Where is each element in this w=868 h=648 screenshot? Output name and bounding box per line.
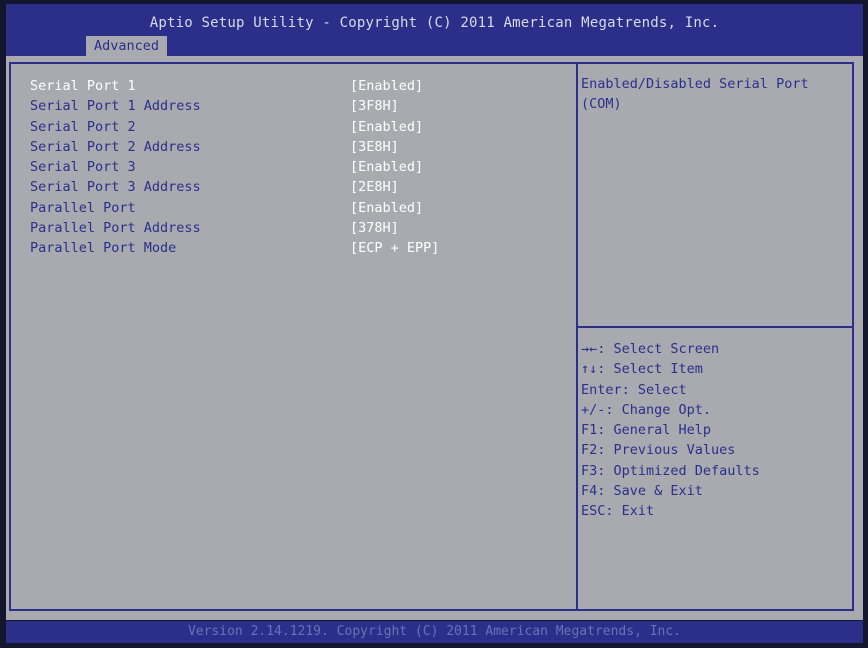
header-bar: Aptio Setup Utility - Copyright (C) 2011…	[6, 4, 863, 56]
setting-label: Serial Port 2	[30, 118, 136, 135]
setting-label: Parallel Port Mode	[30, 240, 177, 257]
setting-value[interactable]: [2E8H]	[350, 177, 399, 197]
setting-label: Parallel Port	[30, 199, 136, 216]
key-hint-change-opt: +/-: Change Opt.	[581, 401, 712, 418]
setting-value[interactable]: [Enabled]	[350, 198, 423, 218]
setting-value[interactable]: [ECP + EPP]	[350, 238, 439, 258]
setting-label: Parallel Port Address	[30, 220, 201, 237]
setting-value[interactable]: [3E8H]	[350, 137, 399, 157]
header-title: Aptio Setup Utility - Copyright (C) 2011…	[149, 15, 720, 31]
key-legend: →←: Select Screen ↑↓: Select Item Enter:…	[581, 339, 851, 522]
vertical-divider	[576, 62, 578, 611]
setting-value[interactable]: [378H]	[350, 218, 399, 238]
setting-parallel-port[interactable]: Parallel Port [Enabled]	[30, 198, 550, 218]
help-divider	[578, 326, 854, 328]
setting-serial-port-3[interactable]: Serial Port 3 [Enabled]	[30, 157, 550, 177]
setting-value[interactable]: [Enabled]	[350, 76, 423, 96]
setting-serial-port-1-address[interactable]: Serial Port 1 Address [3F8H]	[30, 96, 550, 116]
key-hint-save-exit: F4: Save & Exit	[581, 483, 703, 500]
main-panel: Serial Port 1 [Enabled] Serial Port 1 Ad…	[6, 56, 863, 620]
setting-parallel-port-mode[interactable]: Parallel Port Mode [ECP + EPP]	[30, 238, 550, 258]
setting-value[interactable]: [3F8H]	[350, 96, 399, 116]
key-hint-general-help: F1: General Help	[581, 422, 712, 439]
setting-label: Serial Port 3	[30, 159, 136, 176]
help-description: Enabled/Disabled Serial Port (COM)	[581, 76, 809, 112]
setting-parallel-port-address[interactable]: Parallel Port Address [378H]	[30, 218, 550, 238]
key-hint-select-screen: →←: Select Screen	[581, 341, 720, 357]
key-hint-optimized-defaults: F3: Optimized Defaults	[581, 462, 760, 479]
settings-list: Serial Port 1 [Enabled] Serial Port 1 Ad…	[30, 76, 550, 259]
setting-label: Serial Port 1	[30, 78, 136, 94]
setting-value[interactable]: [Enabled]	[350, 157, 423, 177]
key-hint-select-item: ↑↓: Select Item	[581, 361, 703, 378]
setting-serial-port-3-address[interactable]: Serial Port 3 Address [2E8H]	[30, 177, 550, 197]
key-hint-enter: Enter: Select	[581, 381, 687, 398]
footer-version: Version 2.14.1219. Copyright (C) 2011 Am…	[187, 624, 682, 639]
key-hint-exit: ESC: Exit	[581, 503, 655, 520]
setting-label: Serial Port 2 Address	[30, 138, 201, 155]
setting-serial-port-1[interactable]: Serial Port 1 [Enabled]	[30, 76, 550, 96]
bios-setup-screen: Aptio Setup Utility - Copyright (C) 2011…	[0, 0, 868, 648]
setting-label: Serial Port 1 Address	[30, 98, 201, 115]
footer-bar: Version 2.14.1219. Copyright (C) 2011 Am…	[6, 621, 863, 643]
tab-advanced[interactable]: Advanced	[86, 36, 168, 56]
key-hint-previous-values: F2: Previous Values	[581, 442, 736, 459]
setting-label: Serial Port 3 Address	[30, 179, 201, 196]
setting-value[interactable]: [Enabled]	[350, 117, 423, 137]
setting-serial-port-2[interactable]: Serial Port 2 [Enabled]	[30, 117, 550, 137]
setting-serial-port-2-address[interactable]: Serial Port 2 Address [3E8H]	[30, 137, 550, 157]
